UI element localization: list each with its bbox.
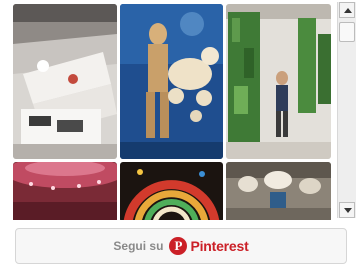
pin-image-3[interactable]	[226, 4, 331, 159]
scroll-up-arrow-icon[interactable]	[339, 2, 355, 18]
scroll-down-arrow-icon[interactable]	[339, 202, 355, 218]
pin-image-2[interactable]	[120, 4, 223, 159]
follow-on-pinterest-button[interactable]: Segui su P Pinterest	[15, 228, 347, 264]
pin-image-1[interactable]	[13, 4, 117, 159]
pin-image-6[interactable]	[226, 162, 331, 220]
scrollbar-thumb[interactable]	[339, 22, 355, 42]
pinterest-brand-text: Pinterest	[190, 238, 249, 254]
pinterest-board-widget: Segui su P Pinterest	[0, 0, 357, 267]
pin-image-4[interactable]	[13, 162, 117, 220]
vertical-scrollbar[interactable]	[337, 2, 356, 218]
pin-image-5[interactable]	[120, 162, 223, 220]
pinterest-logo-icon: P	[169, 237, 188, 255]
pin-grid	[13, 4, 331, 220]
follow-label: Segui su	[113, 239, 164, 253]
